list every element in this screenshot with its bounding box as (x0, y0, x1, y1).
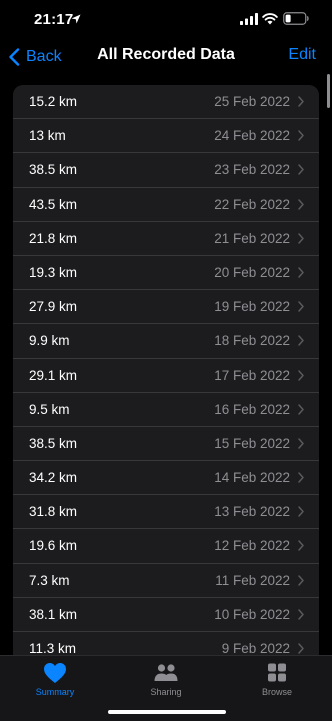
navigation-bar: Back All Recorded Data Edit (0, 40, 332, 74)
record-date: 11 Feb 2022 (215, 572, 290, 588)
edit-button[interactable]: Edit (288, 46, 316, 64)
chevron-right-icon (298, 472, 304, 483)
record-date: 9 Feb 2022 (221, 641, 290, 656)
record-distance: 7.3 km (29, 572, 70, 588)
location-arrow-icon (71, 14, 81, 24)
cellular-signal-icon (240, 13, 258, 25)
chevron-right-icon (298, 164, 304, 176)
status-bar: 21:17 (0, 0, 332, 40)
tab-sharing-label: Sharing (150, 687, 182, 697)
home-indicator[interactable] (108, 710, 226, 714)
chevron-right-icon (298, 335, 304, 347)
tab-browse-label: Browse (261, 687, 292, 697)
chevron-right-icon (298, 574, 304, 586)
record-distance: 15.2 km (29, 94, 78, 109)
record-date: 21 Feb 2022 (214, 230, 290, 246)
wifi-icon (262, 13, 278, 25)
record-row[interactable]: 19.6 km 12 Feb 2022 (13, 529, 319, 564)
record-distance: 34.2 km (29, 470, 78, 486)
heart-icon (44, 663, 66, 683)
tab-summary-label: Summary (35, 687, 75, 697)
record-row[interactable]: 15.2 km 25 Feb 2022 (13, 85, 319, 120)
scroll-indicator[interactable] (327, 74, 330, 108)
status-time: 21:17 (34, 11, 74, 28)
record-row[interactable]: 34.2 km 14 Feb 2022 (13, 461, 319, 496)
record-date: 10 Feb 2022 (214, 606, 290, 622)
grid-icon (268, 663, 286, 682)
battery-icon (283, 12, 309, 25)
chevron-right-icon (298, 267, 304, 278)
record-date: 25 Feb 2022 (214, 94, 290, 109)
chevron-right-icon (298, 369, 304, 381)
record-row[interactable]: 9.5 km 16 Feb 2022 (13, 393, 319, 427)
record-row[interactable]: 19.3 km 20 Feb 2022 (13, 256, 319, 291)
record-date: 24 Feb 2022 (214, 128, 290, 144)
record-row[interactable]: 7.3 km 11 Feb 2022 (13, 564, 319, 598)
chevron-right-icon (298, 403, 304, 415)
record-distance: 29.1 km (29, 367, 78, 383)
record-row[interactable]: 31.8 km 13 Feb 2022 (13, 495, 319, 530)
record-distance: 11.3 km (29, 641, 77, 656)
record-distance: 21.8 km (29, 230, 78, 246)
record-row[interactable]: 43.5 km 22 Feb 2022 (13, 188, 319, 222)
record-distance: 38.5 km (29, 162, 78, 178)
record-date: 16 Feb 2022 (214, 401, 290, 417)
chevron-right-icon (298, 438, 304, 449)
record-row[interactable]: 9.9 km 18 Feb 2022 (13, 324, 319, 359)
people-icon (154, 664, 178, 681)
record-distance: 38.5 km (29, 435, 78, 451)
record-distance: 19.6 km (29, 538, 78, 554)
record-distance: 9.5 km (29, 401, 70, 417)
record-distance: 38.1 km (29, 606, 78, 622)
chevron-right-icon (298, 233, 304, 244)
record-row[interactable]: 13 km 24 Feb 2022 (13, 119, 319, 154)
record-date: 19 Feb 2022 (214, 299, 290, 315)
tab-browse[interactable]: Browse (242, 662, 312, 697)
record-row[interactable]: 27.9 km 19 Feb 2022 (13, 290, 319, 325)
record-distance: 31.8 km (29, 504, 78, 520)
tab-summary[interactable]: Summary (20, 662, 90, 697)
chevron-right-icon (298, 96, 304, 107)
record-distance: 43.5 km (29, 196, 78, 212)
chevron-right-icon (298, 643, 304, 654)
record-distance: 27.9 km (29, 299, 78, 315)
chevron-right-icon (298, 301, 304, 312)
record-row[interactable]: 38.5 km 15 Feb 2022 (13, 427, 319, 462)
record-date: 18 Feb 2022 (214, 333, 290, 349)
record-row[interactable]: 21.8 km 21 Feb 2022 (13, 222, 319, 256)
record-date: 12 Feb 2022 (214, 538, 290, 554)
tab-sharing[interactable]: Sharing (131, 662, 201, 697)
record-date: 13 Feb 2022 (214, 504, 290, 520)
record-date: 22 Feb 2022 (214, 196, 290, 212)
record-date: 14 Feb 2022 (214, 470, 290, 486)
record-row[interactable]: 29.1 km 17 Feb 2022 (13, 359, 319, 393)
record-date: 15 Feb 2022 (214, 435, 290, 451)
chevron-right-icon (298, 540, 304, 552)
record-row[interactable]: 38.5 km 23 Feb 2022 (13, 153, 319, 188)
page-title: All Recorded Data (97, 46, 235, 63)
record-date: 20 Feb 2022 (214, 264, 290, 280)
record-date: 17 Feb 2022 (214, 367, 290, 383)
record-distance: 9.9 km (29, 333, 70, 349)
chevron-right-icon (298, 130, 304, 141)
record-distance: 13 km (29, 128, 66, 144)
record-distance: 19.3 km (29, 264, 78, 280)
record-row[interactable]: 38.1 km 10 Feb 2022 (13, 598, 319, 632)
records-list: 15.2 km 25 Feb 2022 13 km 24 Feb 2022 38… (13, 85, 319, 665)
chevron-right-icon (298, 506, 304, 517)
chevron-right-icon (298, 198, 304, 210)
chevron-right-icon (298, 609, 304, 620)
record-date: 23 Feb 2022 (214, 162, 290, 178)
